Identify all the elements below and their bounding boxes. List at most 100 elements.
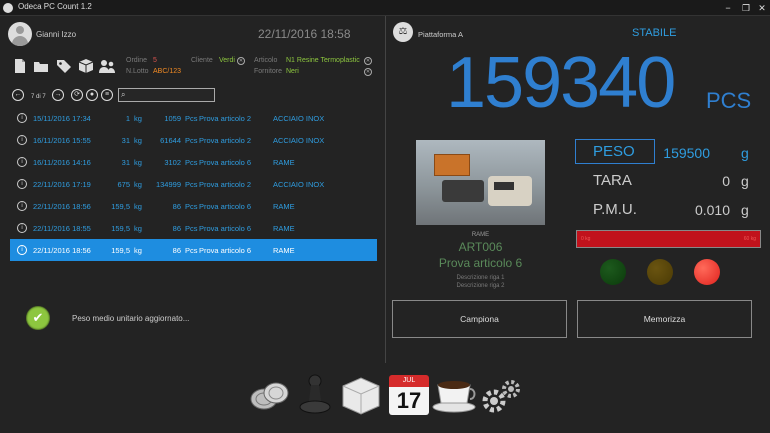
row-date: 16/11/2016 15:55: [33, 136, 91, 145]
pmu-label[interactable]: P.M.U.: [593, 201, 637, 218]
table-row[interactable]: i 15/11/2016 17:34 1 kg 1059 Pcs Prova articol…: [10, 107, 377, 129]
row-date: 15/11/2016 17:34: [33, 114, 91, 123]
row-product: Prova articolo 6: [199, 246, 252, 255]
row-product: Prova articolo 2: [199, 180, 252, 189]
row-unit: kg: [134, 158, 142, 167]
row-date: 22/11/2016 17:19: [33, 180, 91, 189]
row-material: RAME: [273, 224, 295, 233]
info-icon[interactable]: i: [17, 157, 27, 167]
row-qty: 31: [121, 136, 130, 145]
page-indicator: 7 di 7: [31, 94, 46, 100]
previous-page-button[interactable]: ←: [12, 89, 24, 101]
app-icon: [3, 3, 13, 13]
nlotto-label: N.Lotto: [126, 68, 149, 75]
list-button[interactable]: ≡: [101, 89, 113, 101]
row-product: Prova articolo 2: [199, 114, 252, 123]
next-page-button[interactable]: →: [52, 89, 64, 101]
ordine-label: Ordine: [126, 57, 148, 64]
row-date: 22/11/2016 18:56: [33, 202, 91, 211]
package-icon[interactable]: [339, 374, 383, 416]
product-desc-line-1: Descrizione riga 1: [456, 275, 505, 281]
row-unit: kg: [134, 224, 142, 233]
app-dock: JUL 17: [0, 363, 770, 433]
title-bar: Odeca PC Count 1.2 − ❐ ✕: [0, 0, 770, 16]
coffee-cup-icon[interactable]: [432, 379, 480, 413]
tag-icon[interactable]: [56, 58, 72, 74]
table-row[interactable]: i 22/11/2016 18:56 159,5 kg 86 Pcs Prova artic…: [10, 239, 377, 261]
row-product: Prova articolo 6: [199, 202, 252, 211]
minimize-button[interactable]: −: [720, 1, 736, 15]
row-unit: kg: [134, 202, 142, 211]
table-row[interactable]: i 22/11/2016 17:19 675 kg 134999 Pcs Prova art…: [10, 173, 377, 195]
info-icon[interactable]: i: [17, 113, 27, 123]
settings-gears-icon[interactable]: [480, 377, 524, 415]
campiona-button[interactable]: Campiona: [392, 300, 567, 338]
product-description: Descrizione riga 1 Descrizione riga 2: [415, 274, 546, 290]
product-desc-line-2: Descrizione riga 2: [456, 283, 505, 289]
row-material: ACCIAIO INOX: [273, 180, 325, 189]
user-avatar[interactable]: [8, 22, 32, 46]
info-icon[interactable]: i: [17, 135, 27, 145]
maximize-button[interactable]: ❐: [738, 1, 754, 15]
product-code: ART006: [458, 240, 503, 254]
fornitore-value[interactable]: Neri: [286, 68, 299, 75]
clear-articolo-icon[interactable]: ✕: [364, 57, 372, 65]
row-pcs-label: Pcs: [185, 158, 198, 167]
memorizza-button[interactable]: Memorizza: [577, 300, 752, 338]
row-pcs: 61644: [160, 136, 181, 145]
row-unit: kg: [134, 136, 142, 145]
search-input[interactable]: [129, 89, 214, 101]
info-icon[interactable]: i: [17, 245, 27, 255]
row-material: RAME: [273, 246, 295, 255]
yellow-light-icon: [647, 259, 673, 285]
document-icon[interactable]: [12, 58, 28, 74]
cliente-value[interactable]: Verdi: [219, 57, 235, 64]
row-pcs: 3102: [164, 158, 181, 167]
articolo-value[interactable]: N1 Resine Termoplastic: [286, 57, 360, 64]
row-pcs-label: Pcs: [185, 136, 198, 145]
clear-fornitore-icon[interactable]: ✕: [364, 68, 372, 76]
row-qty: 31: [121, 158, 130, 167]
user-name: Gianni Izzo: [36, 30, 77, 39]
close-button[interactable]: ✕: [754, 1, 770, 15]
tara-value: 0: [722, 173, 730, 189]
table-row[interactable]: i 22/11/2016 18:55 159,5 kg 86 Pcs Prova artic…: [10, 217, 377, 239]
refresh-button[interactable]: ⟳: [71, 89, 83, 101]
row-date: 22/11/2016 18:56: [33, 246, 91, 255]
pmu-value: 0.010: [694, 202, 730, 218]
table-row[interactable]: i 16/11/2016 15:55 31 kg 61644 Pcs Prova artic…: [10, 129, 377, 151]
calendar-day: 17: [389, 387, 429, 415]
ordine-value[interactable]: 5: [153, 57, 157, 64]
users-icon[interactable]: [99, 58, 115, 74]
row-unit: kg: [134, 114, 142, 123]
nlotto-value[interactable]: ABC/123: [153, 68, 181, 75]
red-light-icon: [694, 259, 720, 285]
table-row[interactable]: i 22/11/2016 18:56 159,5 kg 86 Pcs Prova artic…: [10, 195, 377, 217]
row-unit: kg: [134, 246, 142, 255]
info-icon[interactable]: i: [17, 223, 27, 233]
tara-label[interactable]: TARA: [593, 172, 632, 189]
folder-icon[interactable]: [33, 58, 49, 74]
box-icon[interactable]: [78, 58, 94, 74]
row-pcs: 1059: [164, 114, 181, 123]
platform-name: Piattaforma A: [418, 30, 464, 39]
scale-icon[interactable]: ⚖: [393, 22, 413, 42]
status-message: Peso medio unitario aggiornato...: [72, 314, 190, 323]
stamp-icon[interactable]: [298, 373, 332, 415]
row-material: RAME: [273, 158, 295, 167]
search-box[interactable]: ⌕: [118, 88, 215, 102]
table-row[interactable]: i 16/11/2016 14:16 31 kg 3102 Pcs Prova artico…: [10, 151, 377, 173]
row-pcs: 134999: [155, 180, 181, 189]
row-product: Prova articolo 6: [199, 158, 252, 167]
piece-count-unit: PCS: [706, 88, 752, 113]
row-pcs-label: Pcs: [185, 224, 198, 233]
user-filter-button[interactable]: ●: [86, 89, 98, 101]
info-icon[interactable]: i: [17, 179, 27, 189]
info-icon[interactable]: i: [17, 201, 27, 211]
window-title: Odeca PC Count 1.2: [18, 2, 92, 11]
row-qty: 159,5: [111, 246, 130, 255]
coins-icon[interactable]: [248, 377, 292, 413]
calendar-icon[interactable]: JUL 17: [389, 375, 429, 415]
clear-cliente-icon[interactable]: ✕: [237, 57, 245, 65]
piece-count: 159340: [446, 43, 676, 123]
